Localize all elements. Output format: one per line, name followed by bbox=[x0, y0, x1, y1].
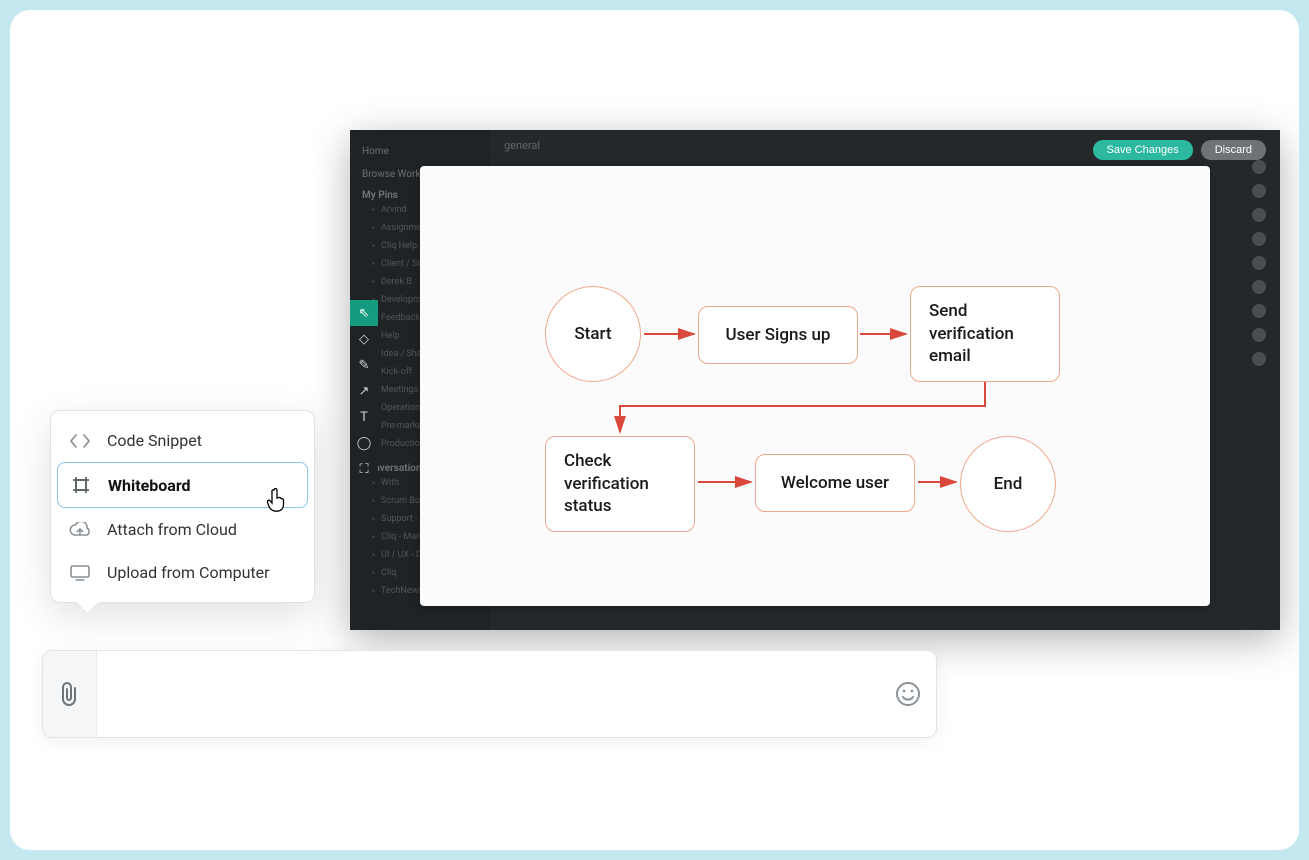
attach-code-snippet[interactable]: Code Snippet bbox=[51, 419, 314, 462]
app-window: Home Browse Workspace My Pins Arvind Ass… bbox=[350, 130, 1280, 630]
presence-rail bbox=[1252, 160, 1272, 366]
avatar bbox=[1252, 256, 1266, 270]
avatar bbox=[1252, 328, 1266, 342]
chat-tool-icon[interactable]: ◯ bbox=[350, 430, 378, 456]
arrow-tool-icon[interactable]: ↗ bbox=[350, 378, 378, 404]
flow-node-welcome[interactable]: Welcome user bbox=[755, 454, 915, 512]
message-composer bbox=[42, 650, 937, 738]
message-input[interactable] bbox=[97, 684, 880, 704]
flow-node-send-email[interactable]: Send verification email bbox=[910, 286, 1060, 382]
pen-tool-icon[interactable]: ✎ bbox=[350, 352, 378, 378]
avatar bbox=[1252, 352, 1266, 366]
flow-node-check-status[interactable]: Check verification status bbox=[545, 436, 695, 532]
save-changes-button[interactable]: Save Changes bbox=[1093, 140, 1193, 160]
flow-arrows bbox=[420, 166, 1210, 606]
avatar bbox=[1252, 208, 1266, 222]
code-icon bbox=[69, 434, 91, 448]
crop-tool-icon[interactable]: ⛶ bbox=[350, 456, 378, 482]
avatar bbox=[1252, 304, 1266, 318]
whiteboard-canvas[interactable]: Start User Signs up Send verification em… bbox=[420, 166, 1210, 606]
flow-node-signup[interactable]: User Signs up bbox=[698, 306, 858, 364]
select-tool-icon[interactable]: ⇖ bbox=[350, 300, 378, 326]
nav-home[interactable]: Home bbox=[362, 140, 480, 163]
avatar bbox=[1252, 184, 1266, 198]
cloud-upload-icon bbox=[69, 522, 91, 538]
avatar bbox=[1252, 160, 1266, 174]
attach-item-label: Code Snippet bbox=[107, 431, 202, 450]
attach-item-label: Whiteboard bbox=[108, 476, 191, 495]
avatar bbox=[1252, 280, 1266, 294]
attach-item-label: Upload from Computer bbox=[107, 563, 270, 582]
whiteboard-icon bbox=[70, 475, 92, 495]
flow-node-start[interactable]: Start bbox=[545, 286, 641, 382]
channel-title: general bbox=[504, 139, 540, 152]
paperclip-icon bbox=[59, 680, 81, 708]
cursor-pointer-icon bbox=[265, 488, 289, 520]
smile-icon bbox=[895, 681, 921, 707]
emoji-button[interactable] bbox=[880, 681, 936, 707]
avatar bbox=[1252, 232, 1266, 246]
shape-tool-icon[interactable]: ◇ bbox=[350, 326, 378, 352]
text-tool-icon[interactable]: T bbox=[350, 404, 378, 430]
whiteboard-tool-rail: ⇖ ◇ ✎ ↗ T ◯ ⛶ bbox=[350, 300, 378, 482]
discard-button[interactable]: Discard bbox=[1201, 140, 1266, 160]
outer-frame: Home Browse Workspace My Pins Arvind Ass… bbox=[10, 10, 1299, 850]
flow-node-end[interactable]: End bbox=[960, 436, 1056, 532]
attach-upload-computer[interactable]: Upload from Computer bbox=[51, 551, 314, 594]
attach-button[interactable] bbox=[43, 651, 97, 737]
computer-icon bbox=[69, 564, 91, 582]
attach-item-label: Attach from Cloud bbox=[107, 520, 237, 539]
